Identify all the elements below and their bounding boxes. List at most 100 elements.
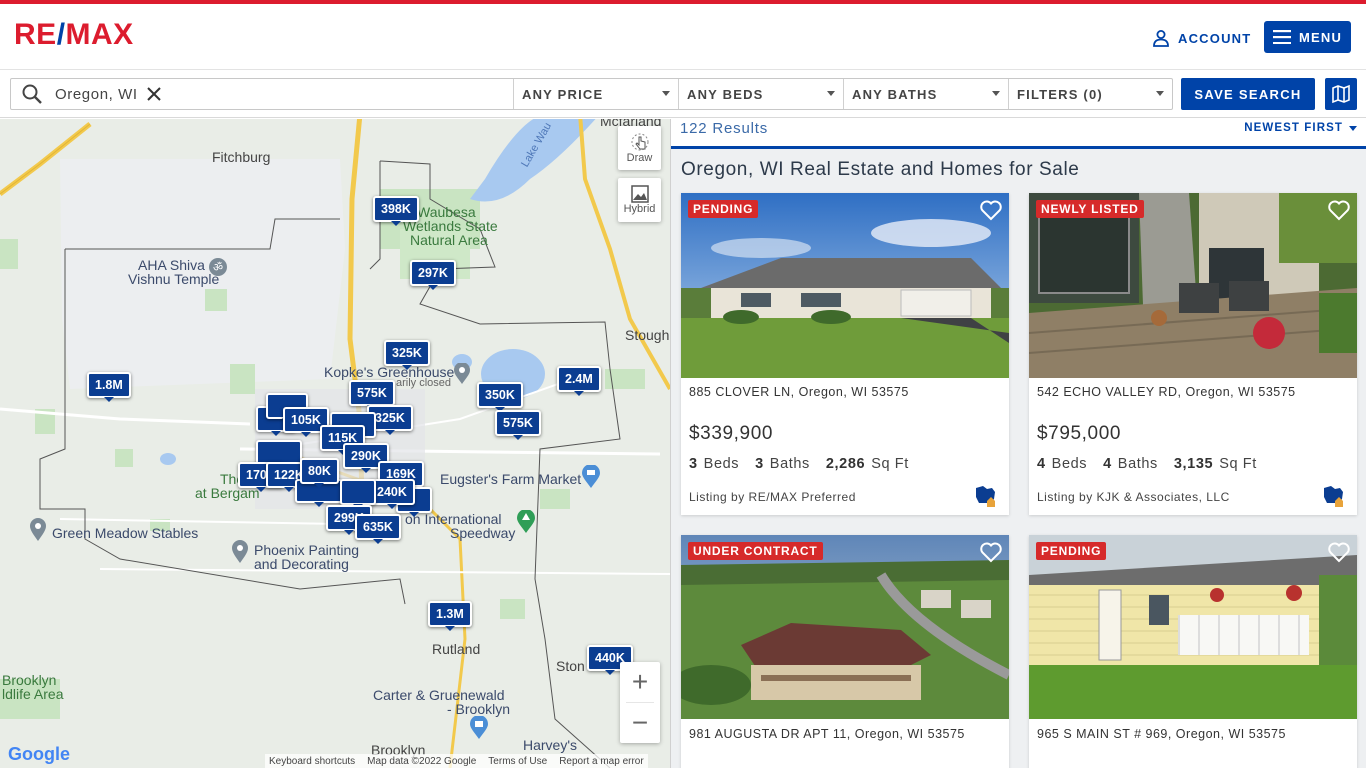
listing-pin[interactable]: 575K [495, 410, 541, 440]
account-label: ACCOUNT [1178, 30, 1252, 46]
sqft-count: 3,135 [1173, 456, 1214, 472]
map-label-harveys: Harvey's [523, 737, 578, 753]
status-badge: PENDING [688, 200, 759, 218]
temple-marker-icon[interactable]: ॐ [208, 257, 228, 279]
listing-specs: 4 Beds 4 Baths 3,135 Sq Ft [1037, 456, 1257, 472]
listing-pin[interactable]: 297K [410, 260, 456, 290]
baths-dropdown[interactable]: ANY BATHS [844, 79, 1009, 109]
filters-dropdown[interactable]: FILTERS (0) [1009, 79, 1172, 109]
painting-marker-icon[interactable] [231, 540, 249, 564]
menu-button[interactable]: MENU [1264, 21, 1351, 53]
baths-label: Baths [769, 456, 810, 472]
wisconsin-mls-icon [1324, 486, 1343, 507]
svg-text:ॐ: ॐ [213, 261, 223, 274]
map-label-waubesa-3: Natural Area [410, 232, 488, 248]
store-marker-icon[interactable] [469, 716, 489, 740]
beds-count: 3 [689, 456, 698, 472]
map-toggle-button[interactable] [1325, 78, 1357, 110]
sort-dropdown[interactable]: NEWEST FIRST [1244, 122, 1357, 134]
location-search-input[interactable]: Oregon, WI [11, 79, 514, 109]
shop-marker-icon[interactable] [453, 363, 471, 385]
stables-marker-icon[interactable] [29, 518, 47, 542]
park-marker-icon[interactable] [516, 510, 536, 534]
price-dropdown[interactable]: ANY PRICE [514, 79, 679, 109]
hybrid-button[interactable]: Hybrid [618, 178, 661, 222]
map-data-text: Map data ©2022 Google [367, 755, 477, 767]
listing-pin[interactable]: 398K [373, 196, 419, 226]
listing-photo[interactable]: NEWLY LISTED [1029, 193, 1357, 378]
listing-card[interactable]: PENDING 885 CLOVER LN, Oregon, WI 53575 … [681, 193, 1009, 515]
heart-icon[interactable] [1327, 198, 1351, 222]
listing-pin[interactable]: 2.4M [557, 366, 601, 396]
listing-pin[interactable]: 325K [384, 340, 430, 370]
heart-icon[interactable] [979, 540, 1003, 564]
listing-pin[interactable]: 1.8M [87, 372, 131, 402]
sort-label: NEWEST FIRST [1244, 122, 1343, 134]
map-label-aha-shiva-2: Vishnu Temple [128, 271, 220, 287]
map-label-brooklyn-wl-2: ldlife Area [2, 686, 64, 702]
map-label-carter-2: - Brooklyn [447, 701, 511, 717]
results-panel: 122 Results NEWEST FIRST Oregon, WI Real… [670, 119, 1366, 768]
save-search-button[interactable]: SAVE SEARCH [1181, 78, 1315, 110]
beds-count: 4 [1037, 456, 1046, 472]
chevron-down-icon [1156, 91, 1164, 96]
close-icon[interactable] [144, 84, 164, 104]
listing-card[interactable]: PENDING 965 S MAIN ST # 969, Oregon, WI … [1029, 535, 1357, 768]
heart-icon[interactable] [979, 198, 1003, 222]
beds-label: ANY BEDS [687, 86, 764, 102]
baths-count: 4 [1103, 456, 1112, 472]
filters-label: FILTERS (0) [1017, 86, 1103, 102]
house-photo-1 [681, 193, 1009, 378]
search-bar: Oregon, WI ANY PRICE ANY BEDS ANY BATHS … [0, 71, 1366, 118]
beds-label: Beds [1051, 456, 1088, 472]
listing-price: $795,000 [1037, 423, 1122, 444]
search-icon [22, 84, 42, 104]
listing-pin[interactable]: 575K [349, 380, 395, 410]
listing-address[interactable]: 885 CLOVER LN, Oregon, WI 53575 [689, 385, 909, 399]
remax-logo[interactable]: RE/MAX [14, 18, 134, 52]
listing-pin[interactable] [340, 479, 376, 509]
zoom-out-button[interactable]: − [620, 703, 660, 743]
cart-marker-icon[interactable] [581, 465, 601, 489]
listing-pin[interactable]: 1.3M [428, 601, 472, 631]
map-label-kopkes-sub: arily closed [396, 377, 452, 389]
google-logo-text: Google [8, 744, 70, 764]
page-title: Oregon, WI Real Estate and Homes for Sal… [681, 159, 1080, 180]
zoom-in-button[interactable]: + [620, 662, 660, 702]
map-label-speedway-2: Speedway [450, 525, 516, 541]
listing-price: $339,900 [689, 423, 774, 444]
listing-card[interactable]: NEWLY LISTED 542 ECHO VALLEY RD, Oregon,… [1029, 193, 1357, 515]
map-label-green-meadow: Green Meadow Stables [52, 525, 199, 541]
listing-photo[interactable]: PENDING [1029, 535, 1357, 719]
map-view[interactable]: Fitchburg Waubesa Wetlands State Natural… [0, 119, 670, 768]
google-logo[interactable]: Google [8, 744, 70, 765]
listing-card[interactable]: UNDER CONTRACT 981 AUGUSTA DR APT 11, Or… [681, 535, 1009, 768]
listing-pin[interactable]: 80K [300, 458, 339, 488]
status-badge: NEWLY LISTED [1036, 200, 1144, 218]
heart-icon[interactable] [1327, 540, 1351, 564]
listing-address[interactable]: 965 S MAIN ST # 969, Oregon, WI 53575 [1037, 727, 1286, 741]
draw-button[interactable]: Draw [618, 126, 661, 170]
hamburger-icon [1272, 30, 1291, 44]
zoom-control: + − [620, 662, 660, 743]
listing-pin[interactable]: 635K [355, 514, 401, 544]
chevron-down-icon [662, 91, 670, 96]
terms-link[interactable]: Terms of Use [488, 756, 547, 767]
listing-specs: 3 Beds 3 Baths 2,286 Sq Ft [689, 456, 909, 472]
chevron-down-icon [1349, 125, 1357, 131]
listing-address[interactable]: 542 ECHO VALLEY RD, Oregon, WI 53575 [1037, 385, 1296, 399]
keyboard-shortcuts-link[interactable]: Keyboard shortcuts [269, 756, 355, 767]
account-link[interactable]: ACCOUNT [1152, 26, 1251, 50]
listing-photo[interactable]: PENDING [681, 193, 1009, 378]
status-badge: UNDER CONTRACT [688, 542, 823, 560]
sqft-label: Sq Ft [1219, 456, 1257, 472]
report-error-link[interactable]: Report a map error [559, 756, 643, 767]
house-photo-2 [1029, 193, 1357, 378]
listing-pin[interactable]: 350K [477, 382, 523, 412]
listing-photo[interactable]: UNDER CONTRACT [681, 535, 1009, 719]
beds-label: Beds [703, 456, 740, 472]
baths-label: ANY BATHS [852, 86, 938, 102]
beds-dropdown[interactable]: ANY BEDS [679, 79, 844, 109]
price-label: ANY PRICE [522, 86, 604, 102]
listing-address[interactable]: 981 AUGUSTA DR APT 11, Oregon, WI 53575 [689, 727, 965, 741]
